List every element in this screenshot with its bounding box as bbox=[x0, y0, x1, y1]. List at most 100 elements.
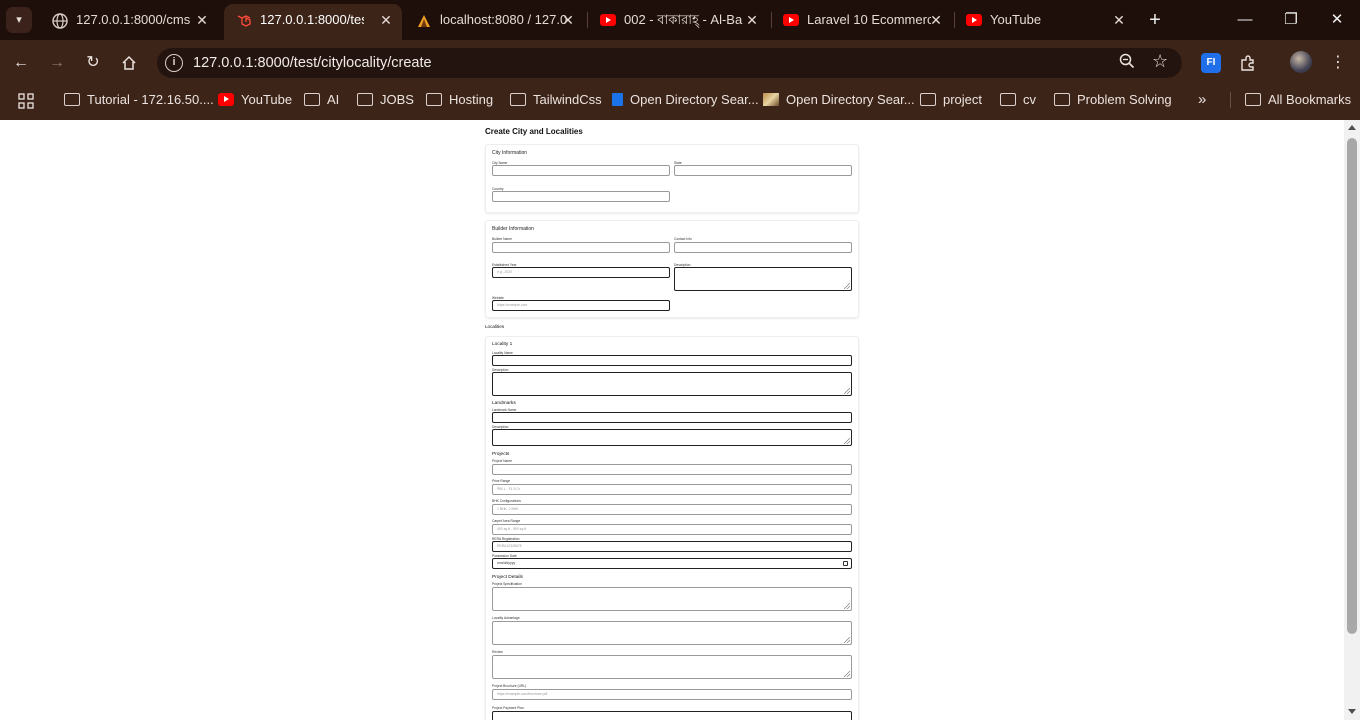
zoom-icon[interactable] bbox=[1119, 53, 1135, 73]
restore-button[interactable]: ❐ bbox=[1268, 0, 1314, 40]
tab-phpmyadmin[interactable]: localhost:8080 / 127.0 ✕ bbox=[404, 4, 584, 36]
bookmark-tutorial[interactable]: Tutorial - 172.16.50.... bbox=[64, 86, 214, 114]
builder-name-input[interactable] bbox=[492, 242, 670, 253]
project-brochure-label: Project Brochure (URL) bbox=[492, 684, 527, 688]
possession-date-placeholder: mm/dd/yyyy bbox=[497, 561, 516, 565]
bookmark-tailwindcss[interactable]: TailwindCss bbox=[510, 86, 602, 114]
bookmark-ai[interactable]: AI bbox=[304, 86, 339, 114]
tab-youtube-laravel[interactable]: Laravel 10 Ecommerc ✕ bbox=[771, 4, 951, 36]
document-icon bbox=[612, 93, 623, 106]
bhk-configurations-label: BHK Configurations bbox=[492, 499, 521, 503]
close-icon[interactable]: ✕ bbox=[928, 4, 944, 36]
bookmark-label: Open Directory Sear... bbox=[786, 92, 915, 107]
window-close-button[interactable]: ✕ bbox=[1314, 0, 1360, 40]
folder-icon bbox=[357, 93, 373, 106]
forward-button[interactable]: → bbox=[44, 50, 70, 76]
folder-icon bbox=[1245, 93, 1261, 106]
photo-icon bbox=[763, 93, 779, 106]
minimize-button[interactable]: — bbox=[1222, 0, 1268, 40]
tab-youtube[interactable]: YouTube ✕ bbox=[954, 4, 1134, 36]
bookmark-project[interactable]: project bbox=[920, 86, 982, 114]
close-icon[interactable]: ✕ bbox=[194, 4, 210, 36]
tab-title: 127.0.0.1:8000/cms bbox=[76, 12, 191, 27]
calendar-icon[interactable] bbox=[843, 561, 848, 566]
bookmark-hosting[interactable]: Hosting bbox=[426, 86, 493, 114]
established-year-input[interactable]: e.g., 2020 bbox=[492, 267, 670, 278]
carpet-area-label: Carpet Area Range bbox=[492, 519, 521, 523]
scroll-down-arrow-icon[interactable] bbox=[1348, 709, 1356, 714]
project-name-label: Project Name bbox=[492, 459, 512, 463]
price-range-input[interactable]: ₹50 L - ₹1.5 Cr bbox=[492, 484, 852, 495]
country-input[interactable] bbox=[492, 191, 670, 202]
city-name-input[interactable] bbox=[492, 165, 670, 176]
phpmyadmin-icon bbox=[418, 15, 430, 27]
address-bar[interactable]: i 127.0.0.1:8000/test/citylocality/creat… bbox=[157, 48, 1182, 78]
tab-strip: ▾ 127.0.0.1:8000/cms ✕ 127.0.0.1:8000/te… bbox=[0, 0, 1360, 40]
bookmark-open-directory-1[interactable]: Open Directory Sear... bbox=[612, 86, 759, 114]
back-button[interactable]: ← bbox=[8, 50, 34, 76]
tab-title: 127.0.0.1:8000/test/ci bbox=[260, 12, 364, 27]
project-specification-textarea[interactable] bbox=[492, 587, 852, 611]
bookmark-youtube[interactable]: YouTube bbox=[218, 86, 292, 114]
tab-title: localhost:8080 / 127.0 bbox=[440, 12, 568, 27]
project-brochure-input[interactable]: https://example.com/brochure.pdf bbox=[492, 689, 852, 700]
landmark-name-input[interactable] bbox=[492, 412, 852, 423]
bookmark-label: YouTube bbox=[241, 92, 293, 107]
locality-advantage-textarea[interactable] bbox=[492, 621, 852, 645]
website-input[interactable]: https://example.com bbox=[492, 300, 670, 311]
reload-button[interactable]: ↻ bbox=[80, 50, 106, 76]
tab-cms[interactable]: 127.0.0.1:8000/cms ✕ bbox=[40, 4, 220, 36]
bookmark-star-icon[interactable]: ☆ bbox=[1152, 51, 1168, 72]
site-info-icon[interactable]: i bbox=[165, 54, 183, 72]
project-payment-plan-textarea[interactable] bbox=[492, 711, 852, 720]
review-textarea[interactable] bbox=[492, 655, 852, 679]
folder-icon bbox=[1000, 93, 1016, 106]
extensions-puzzle-icon[interactable] bbox=[1235, 50, 1261, 76]
profile-avatar[interactable] bbox=[1290, 51, 1312, 73]
carpet-area-input[interactable]: 400 sq.ft - 900 sq.ft bbox=[492, 524, 852, 535]
page-title: Create City and Localities bbox=[485, 127, 583, 136]
tab-title: YouTube bbox=[990, 12, 1042, 27]
close-icon[interactable]: ✕ bbox=[378, 4, 394, 36]
locality-advantage-label: Locality Advantage bbox=[492, 616, 520, 620]
possession-date-input[interactable]: mm/dd/yyyy bbox=[492, 558, 852, 569]
more-bookmarks-chevron-icon[interactable]: » bbox=[1198, 86, 1206, 114]
tab-youtube-albaqarah[interactable]: 002 - বাকারাহ্ - Al-Ba ✕ bbox=[588, 4, 768, 36]
project-name-input[interactable] bbox=[492, 464, 852, 475]
bookmark-jobs[interactable]: JOBS bbox=[357, 86, 414, 114]
locality-card: Locality 1 Locality Name Description Lan… bbox=[485, 336, 859, 720]
builder-description-textarea[interactable] bbox=[674, 267, 852, 291]
bhk-configurations-input[interactable]: 1 BHK, 2 BHK bbox=[492, 504, 852, 515]
home-button[interactable] bbox=[116, 50, 142, 76]
close-icon[interactable]: ✕ bbox=[1111, 4, 1127, 36]
new-tab-button[interactable]: + bbox=[1144, 7, 1166, 33]
extension-fi-icon[interactable]: FI bbox=[1201, 53, 1221, 73]
menu-kebab-icon[interactable]: ⋮ bbox=[1325, 50, 1351, 76]
folder-icon bbox=[1054, 93, 1070, 106]
tab-search-icon[interactable]: ▾ bbox=[6, 7, 32, 33]
tab-citylocality[interactable]: 127.0.0.1:8000/test/ci ✕ bbox=[224, 4, 402, 40]
bookmark-open-directory-2[interactable]: Open Directory Sear... bbox=[763, 86, 915, 114]
bookmark-label: TailwindCss bbox=[533, 92, 602, 107]
landmark-description-textarea[interactable] bbox=[492, 429, 852, 446]
scroll-up-arrow-icon[interactable] bbox=[1348, 125, 1356, 130]
bookmark-problem-solving[interactable]: Problem Solving bbox=[1054, 86, 1172, 114]
bookmark-label: cv bbox=[1023, 92, 1036, 107]
builder-name-label: Builder Name bbox=[492, 237, 512, 241]
apps-grid-icon[interactable] bbox=[18, 87, 34, 115]
all-bookmarks[interactable]: All Bookmarks bbox=[1245, 86, 1351, 114]
price-range-label: Price Range bbox=[492, 479, 511, 483]
vertical-scrollbar[interactable] bbox=[1344, 120, 1360, 720]
close-icon[interactable]: ✕ bbox=[744, 4, 760, 36]
rera-registration-input[interactable]: RERA12345678 bbox=[492, 541, 852, 552]
scrollbar-thumb[interactable] bbox=[1347, 138, 1357, 634]
locality-description-textarea[interactable] bbox=[492, 372, 852, 396]
state-input[interactable] bbox=[674, 165, 852, 176]
close-icon[interactable]: ✕ bbox=[560, 4, 576, 36]
contact-info-label: Contact Info bbox=[674, 237, 692, 241]
contact-info-input[interactable] bbox=[674, 242, 852, 253]
bookmark-cv[interactable]: cv bbox=[1000, 86, 1036, 114]
landmarks-heading: Landmarks bbox=[492, 401, 516, 406]
locality-name-input[interactable] bbox=[492, 355, 852, 366]
tab-title: Laravel 10 Ecommerc bbox=[807, 12, 931, 27]
